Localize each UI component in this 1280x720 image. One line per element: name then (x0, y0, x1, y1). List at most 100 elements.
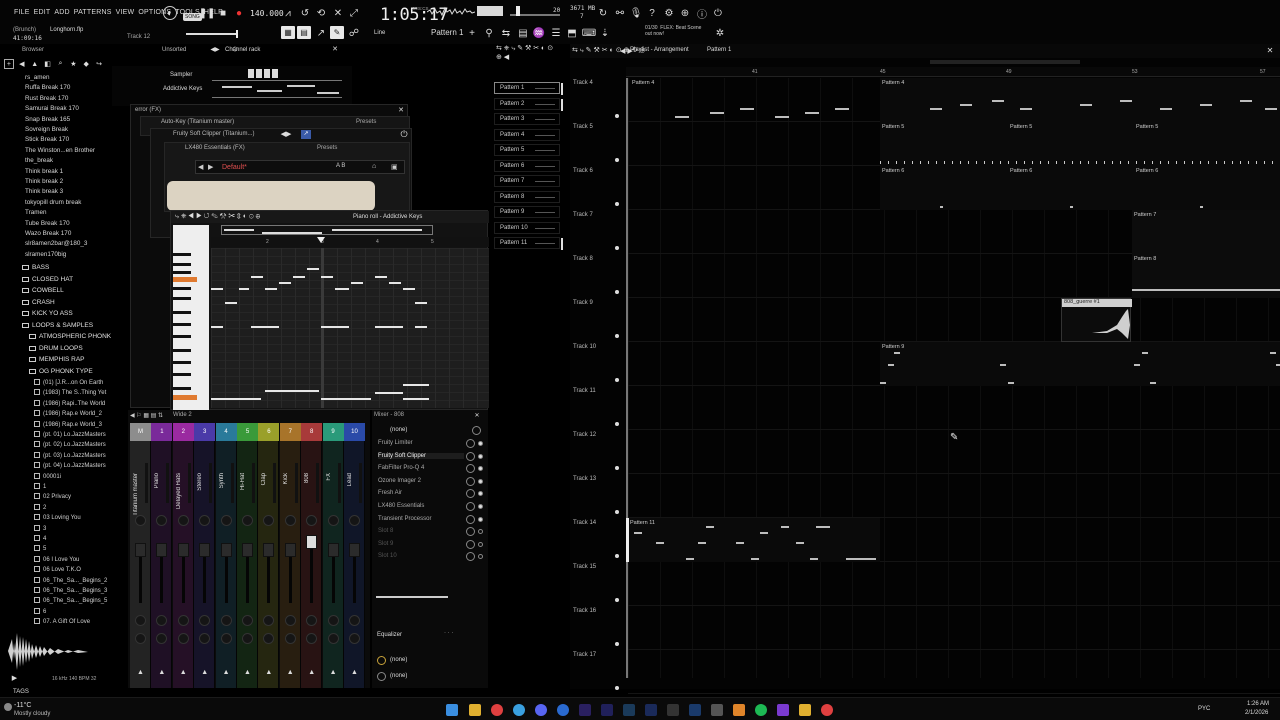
mixer-strip[interactable]: 10 Lead ▲ (344, 423, 365, 688)
insert-mix-knob-icon[interactable] (466, 502, 475, 511)
browser-file[interactable]: 5 (34, 545, 46, 552)
track-mute-icon[interactable] (615, 510, 619, 514)
browser-item[interactable]: slr8amen2bar@180_3 (25, 240, 87, 247)
pan-knob[interactable] (177, 515, 189, 526)
browser-file[interactable]: 2 (34, 503, 46, 511)
play-pause-icon[interactable]: ❚❚ (199, 6, 216, 20)
browser-file[interactable]: (pt. 01) Lo.JazzMasters (34, 431, 106, 438)
browser-file[interactable]: 00001i (34, 472, 61, 480)
mixer-strip[interactable]: 7 Kick ▲ (279, 423, 301, 688)
start-icon[interactable] (446, 704, 458, 716)
mixer-menu-icon[interactable]: ◀ ⚐ ▦ ▤ ⇅ (130, 412, 163, 419)
pattern-list-item[interactable]: Pattern 4 (494, 128, 560, 141)
browser-star-icon[interactable]: ★ (68, 59, 78, 69)
route-arrow-icon[interactable]: ▲ (265, 669, 272, 676)
insert-mix-knob-icon[interactable] (466, 464, 475, 474)
menu-preset-icon[interactable]: ▣ (391, 163, 398, 171)
menu-patterns[interactable]: PATTERNS (74, 9, 112, 16)
weather-temp[interactable]: -11°C (14, 702, 31, 709)
render-icon[interactable]: ⇣ (598, 26, 612, 40)
browser-item[interactable]: slramen170big (25, 251, 66, 258)
app-icon[interactable] (711, 704, 723, 716)
insert-slot[interactable]: Fruity Soft Clipper (378, 452, 464, 459)
pattern-list-item[interactable]: Pattern 6 (494, 159, 560, 172)
send-knob[interactable] (263, 633, 275, 644)
insert-enable-icon[interactable] (478, 541, 483, 547)
menu-add[interactable]: ADD (54, 9, 69, 16)
send-knob[interactable] (135, 633, 146, 644)
insert-enable-icon[interactable] (478, 516, 483, 522)
route-arrow-icon[interactable]: ▲ (308, 669, 315, 676)
weather-desc[interactable]: Mostly cloudy (14, 711, 50, 717)
premiere-icon[interactable] (579, 704, 591, 716)
channel-addictive-keys[interactable]: Addictive Keys (163, 86, 202, 92)
browser-item[interactable]: tokyopill drum break (25, 199, 81, 206)
playlist-header-tools[interactable]: ⇆ ⎈ ⤷ ✎ ⚒ ✂ ◐ ⊙ ⊕ ◀ (496, 44, 556, 61)
clipper-link-icon[interactable]: ↗ (301, 130, 311, 139)
track-mute-icon[interactable] (615, 554, 619, 558)
mixer-input[interactable]: (none) (390, 427, 407, 433)
track-header[interactable]: Track 9 (573, 300, 593, 306)
send-knob[interactable] (177, 633, 189, 644)
pat-song-toggle-icon[interactable]: ◐ (163, 6, 177, 20)
send-knob[interactable] (220, 633, 232, 644)
browser-folder[interactable]: COWBELL (22, 287, 64, 294)
insert-slot[interactable]: Transient Processor (378, 516, 431, 522)
track-row[interactable] (628, 562, 1280, 606)
insert-mix-knob-icon[interactable] (466, 539, 475, 549)
browser-toggle-icon[interactable]: ☰ (549, 26, 563, 40)
browser-item[interactable]: Tube Break 170 (25, 220, 70, 227)
insert-mix-knob-icon[interactable] (466, 552, 475, 562)
insert-enable-icon[interactable] (478, 491, 483, 497)
track-row[interactable] (628, 606, 1280, 650)
browser-item[interactable]: Ruffa Break 170 (25, 84, 70, 91)
browser-file[interactable]: 02 Privacy (34, 493, 71, 500)
browser-subfolder[interactable]: OG PHONK TYPE (29, 368, 93, 375)
stop-icon[interactable]: ■ (216, 6, 230, 20)
track-mute-icon[interactable] (615, 334, 619, 338)
clip-pattern-9[interactable]: Pattern 9 (880, 342, 1280, 386)
pattern-list-item[interactable]: Pattern 10 (494, 221, 560, 234)
send-knob[interactable] (284, 633, 296, 644)
photoshop-icon[interactable] (645, 704, 657, 716)
track-mute-icon[interactable] (615, 202, 619, 206)
insert-slot[interactable]: Slot 10 (378, 553, 397, 559)
route-arrow-icon[interactable]: ▲ (180, 669, 187, 676)
browser-item[interactable]: The Winston...en Brother (25, 147, 95, 154)
browser-file[interactable]: (1983) The S..Thing Yet (34, 389, 106, 396)
chrome2-icon[interactable] (821, 704, 833, 716)
snap-dropdown-icon[interactable]: ☍ (347, 26, 361, 40)
track-mute-icon[interactable] (615, 378, 619, 382)
preset-name[interactable]: Default* (222, 164, 247, 171)
browser-item[interactable]: Stick Break 170 (25, 136, 69, 143)
send-knob[interactable] (156, 633, 168, 644)
insert-mix-knob-icon[interactable] (466, 439, 475, 448)
browser-subfolder[interactable]: ATMOSPHERIC PHONK (29, 333, 111, 340)
metronome-icon[interactable]: ⩘ (281, 6, 295, 20)
mixer-width-label[interactable]: Wide 2 (173, 412, 192, 418)
tags-label[interactable]: TAGS (13, 689, 29, 695)
insert-mix-knob-icon[interactable] (466, 476, 475, 486)
mixer-output-2[interactable]: (none) (390, 673, 407, 679)
plugin-picker-icon[interactable]: ⬒ (565, 26, 579, 40)
pattern-list-item[interactable]: Pattern 7 (494, 175, 560, 187)
pattern-list-item[interactable]: Pattern 9 (494, 206, 560, 218)
browser-item[interactable]: Wazo Break 170 (25, 230, 71, 237)
mixer-strip[interactable]: 4 Synth ▲ (215, 423, 237, 688)
steam-icon[interactable] (689, 704, 701, 716)
route-arrow-icon[interactable]: ▲ (244, 669, 251, 676)
news-ticker[interactable]: 01/30 FLEX: Beat Scene out now! (645, 25, 701, 37)
browser-file[interactable]: (1986) Rapi..The World (34, 399, 105, 407)
stereo-knob[interactable] (263, 615, 275, 626)
pattern-list-item[interactable]: Pattern 5 (494, 144, 560, 156)
volume-fader[interactable] (263, 543, 275, 557)
insert-mix-knob-icon[interactable] (466, 527, 475, 537)
playlist-timeline[interactable]: 41 45 49 53 57 (626, 67, 1280, 77)
channel-mini-roll[interactable] (212, 80, 342, 98)
track-mute-icon[interactable] (615, 598, 619, 602)
insert-slot[interactable]: Slot 8 (378, 528, 393, 534)
mixer-close-icon[interactable]: ✕ (472, 410, 482, 420)
output-2-icon[interactable] (377, 672, 386, 681)
volume-fader[interactable] (177, 543, 189, 557)
preview-play-icon[interactable]: ▶ (10, 673, 19, 682)
